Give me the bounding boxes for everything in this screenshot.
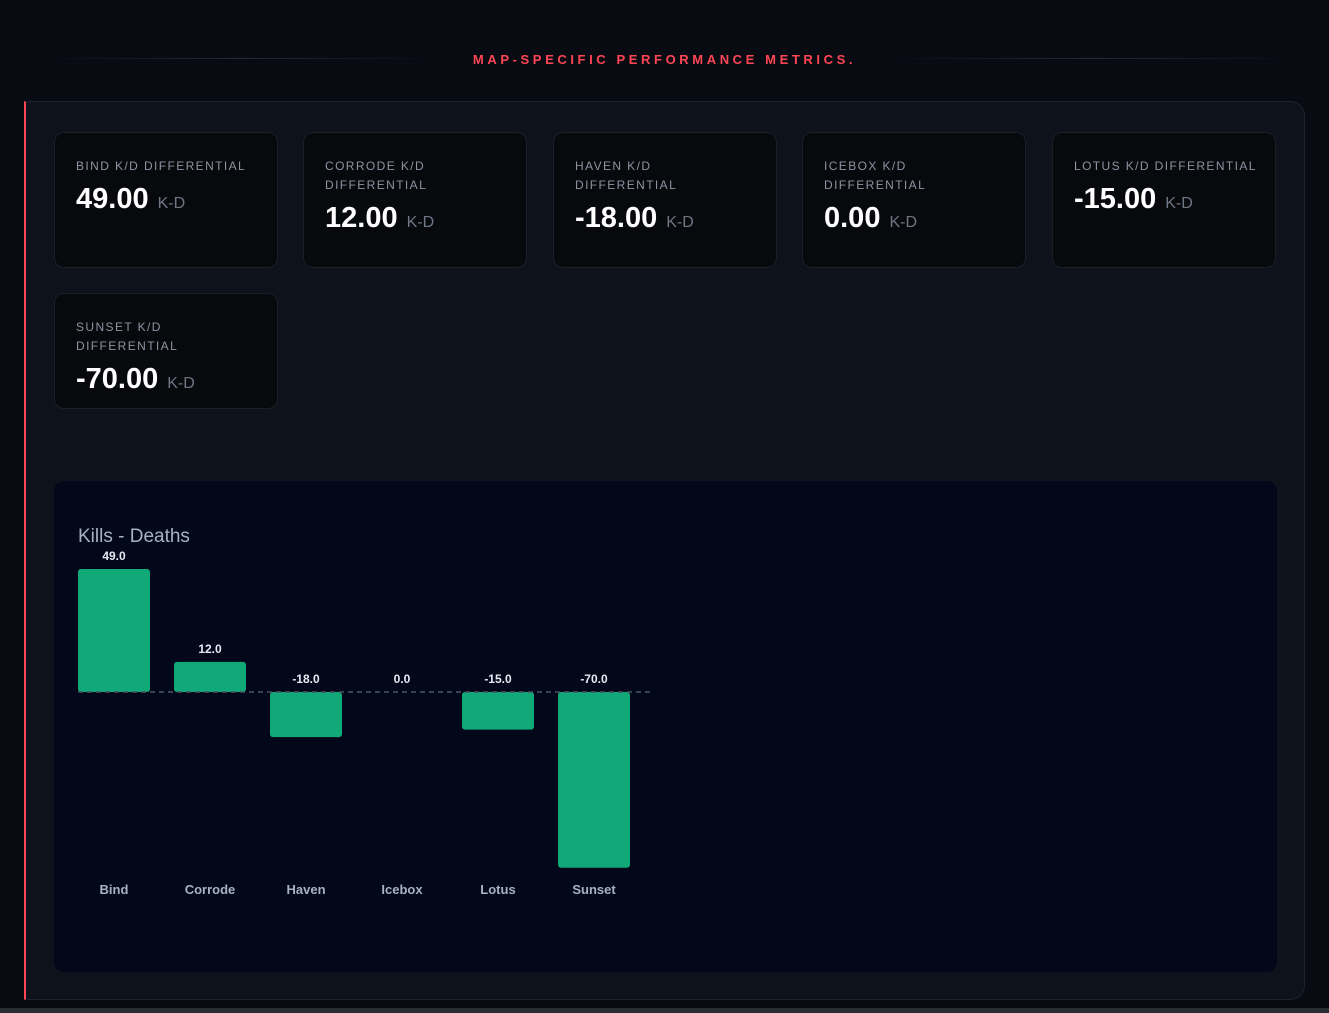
metric-card-label: SUNSET K/D DIFFERENTIAL <box>76 320 179 353</box>
metric-card-icebox: ICEBOX K/D DIFFERENTIAL 0.00 K-D <box>802 132 1026 268</box>
metric-card-unit: K-D <box>157 195 186 212</box>
bar-value-label: -15.0 <box>484 672 512 686</box>
bar-value-label: -18.0 <box>292 672 320 686</box>
bar-value-label: 49.0 <box>102 549 126 563</box>
bar-corrode[interactable] <box>174 661 246 692</box>
header-divider-left <box>40 58 440 59</box>
metric-card-value: 12.00 <box>325 202 398 234</box>
metric-card-corrode: CORRODE K/D DIFFERENTIAL 12.00 K-D <box>303 132 527 268</box>
bar-lotus[interactable] <box>462 692 534 730</box>
category-label: Haven <box>286 882 325 897</box>
category-label: Lotus <box>480 882 515 897</box>
metric-card-sunset: SUNSET K/D DIFFERENTIAL -70.00 K-D <box>54 293 278 409</box>
metric-card-unit: K-D <box>167 375 195 392</box>
category-label: Icebox <box>381 882 423 897</box>
metric-card-label: HAVEN K/D DIFFERENTIAL <box>575 159 678 192</box>
category-label: Bind <box>100 882 129 897</box>
bar-bind[interactable] <box>78 569 150 692</box>
section-header: MAP-SPECIFIC PERFORMANCE METRICS. <box>0 40 1329 78</box>
metric-card-unit: K-D <box>666 214 694 231</box>
metric-card-value: -70.00 <box>76 363 159 395</box>
metric-card-unit: K-D <box>1165 195 1193 212</box>
metrics-panel: BIND K/D DIFFERENTIAL 49.00 K-D CORRODE … <box>24 101 1305 1000</box>
metric-card-lotus: LOTUS K/D DIFFERENTIAL -15.00 K-D <box>1052 132 1276 268</box>
metric-card-value: -18.00 <box>575 202 658 234</box>
metric-card-value: 0.00 <box>824 202 881 234</box>
metric-card-bind: BIND K/D DIFFERENTIAL 49.00 K-D <box>54 132 278 268</box>
metric-card-label: ICEBOX K/D DIFFERENTIAL <box>824 159 927 192</box>
category-label: Corrode <box>185 882 236 897</box>
bar-value-label: 0.0 <box>394 672 411 686</box>
metric-card-haven: HAVEN K/D DIFFERENTIAL -18.00 K-D <box>553 132 777 268</box>
bar-sunset[interactable] <box>558 692 630 868</box>
section-title: MAP-SPECIFIC PERFORMANCE METRICS. <box>472 51 857 67</box>
kd-chart-container: Kills - Deaths 49.0 Bind 12.0 Corrode -18.0 H… <box>54 481 1277 972</box>
metric-card-label: CORRODE K/D DIFFERENTIAL <box>325 159 428 192</box>
metric-card-value: 49.00 <box>76 183 149 215</box>
bar-value-label: 12.0 <box>198 642 222 656</box>
metric-card-unit: K-D <box>406 214 435 231</box>
metric-card-label: BIND K/D DIFFERENTIAL <box>76 159 247 173</box>
header-divider-right <box>888 58 1298 59</box>
bar-value-label: -70.0 <box>580 672 608 686</box>
metric-card-label: LOTUS K/D DIFFERENTIAL <box>1074 159 1257 173</box>
category-label: Sunset <box>572 882 616 897</box>
bar-haven[interactable] <box>270 692 342 738</box>
metric-card-unit: K-D <box>889 214 918 231</box>
bottom-scrollbar-track <box>0 1008 1329 1013</box>
kd-bar-chart: 49.0 Bind 12.0 Corrode -18.0 Haven 0.0 Icebox -1… <box>78 549 654 897</box>
metric-card-value: -15.00 <box>1074 183 1157 215</box>
